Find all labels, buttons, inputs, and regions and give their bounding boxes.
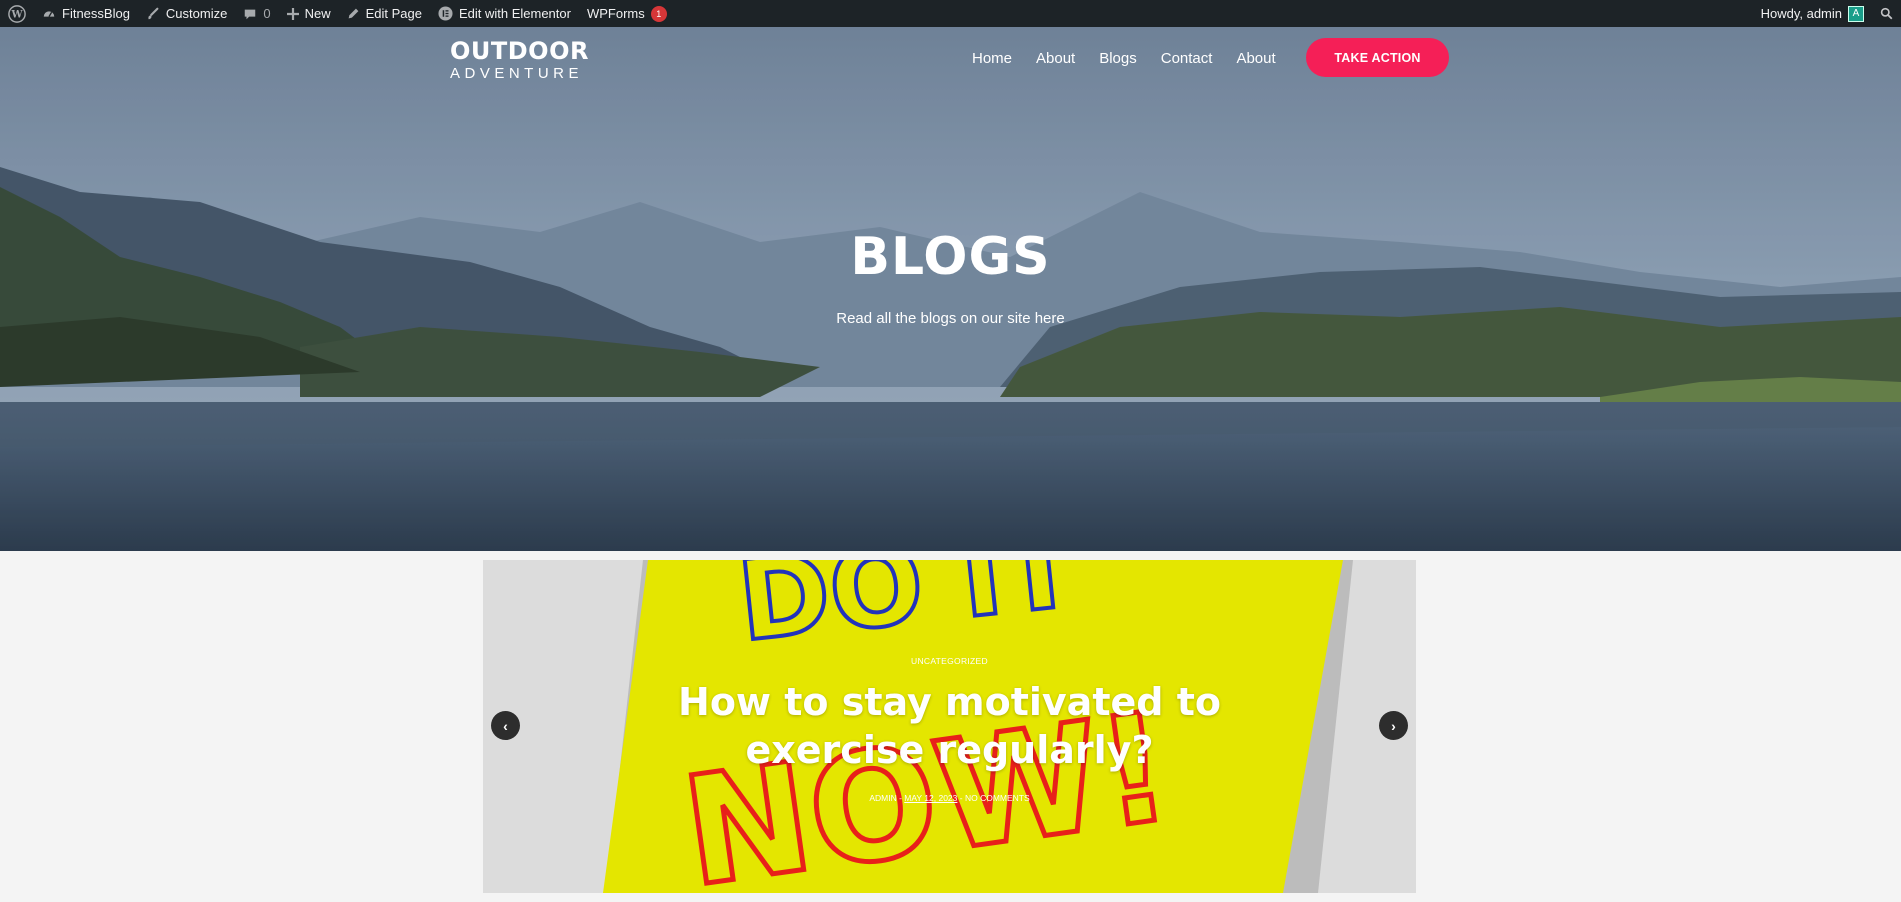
hero-landscape-image (0, 27, 1901, 551)
post-category[interactable]: UNCATEGORIZED (483, 656, 1416, 666)
take-action-button[interactable]: TAKE ACTION (1306, 38, 1449, 77)
account-menu[interactable]: Howdy, admin A (1753, 0, 1872, 27)
hero-section: OUTDOOR ADVENTURE Home About Blogs Conta… (0, 27, 1901, 551)
wpforms-badge: 1 (650, 5, 667, 22)
nav-blogs[interactable]: Blogs (1087, 50, 1149, 67)
edit-page-link[interactable]: Edit Page (339, 0, 430, 27)
post-date[interactable]: MAY 12, 2023 (904, 793, 957, 803)
dashboard-icon (43, 10, 55, 17)
page-title: BLOGS (850, 227, 1051, 287)
chevron-left-icon: ‹ (503, 717, 508, 734)
logo-line1: OUTDOOR (450, 37, 589, 65)
nav-contact[interactable]: Contact (1149, 50, 1225, 67)
nav-about[interactable]: About (1024, 50, 1087, 67)
post-comments[interactable]: NO COMMENTS (965, 793, 1030, 803)
site-name-link[interactable]: FitnessBlog (34, 0, 138, 27)
post-author[interactable]: ADMIN (869, 793, 896, 803)
elementor-icon (438, 6, 453, 21)
nav-home[interactable]: Home (960, 50, 1024, 67)
comments-count: 0 (263, 6, 271, 21)
svg-text:W: W (10, 9, 23, 20)
post-meta: ADMIN - MAY 12, 2023 - NO COMMENTS (869, 793, 1030, 803)
customize-link[interactable]: Customize (138, 0, 235, 27)
wpforms-link[interactable]: WPForms 1 (579, 0, 675, 27)
site-logo[interactable]: OUTDOOR ADVENTURE (450, 39, 589, 81)
admin-bar: W FitnessBlog Customize 0 New Edit Page … (0, 0, 1901, 27)
comment-icon (245, 9, 256, 19)
post-slider: DO IT NOW! UNCATEGORIZED How to stay mot… (483, 560, 1416, 893)
new-label: New (304, 6, 331, 21)
site-name: FitnessBlog (62, 6, 130, 21)
post-title[interactable]: How to stay motivated to exercise regula… (603, 678, 1296, 774)
search-icon[interactable] (1872, 0, 1901, 27)
slider-prev-button[interactable]: ‹ (491, 711, 520, 740)
brush-icon (148, 7, 159, 19)
howdy-text: Howdy, admin (1760, 6, 1842, 21)
edit-page-label: Edit Page (365, 6, 422, 21)
slider-next-button[interactable]: › (1379, 711, 1408, 740)
new-content-link[interactable]: New (279, 0, 339, 27)
main-nav: Home About Blogs Contact About (960, 50, 1288, 67)
page-subtitle: Read all the blogs on our site here (836, 310, 1065, 327)
avatar: A (1848, 5, 1864, 22)
edit-elementor-label: Edit with Elementor (458, 6, 571, 21)
plus-icon (286, 7, 299, 20)
edit-elementor-link[interactable]: Edit with Elementor (430, 0, 579, 27)
comments-link[interactable]: 0 (235, 0, 278, 27)
logo-line2: ADVENTURE (450, 65, 584, 82)
wordpress-logo-icon[interactable]: W (0, 0, 34, 27)
chevron-right-icon: › (1391, 717, 1396, 734)
nav-about-2[interactable]: About (1224, 50, 1287, 67)
pencil-icon (348, 8, 358, 19)
customize-label: Customize (165, 6, 228, 21)
wpforms-label: WPForms (586, 6, 645, 21)
